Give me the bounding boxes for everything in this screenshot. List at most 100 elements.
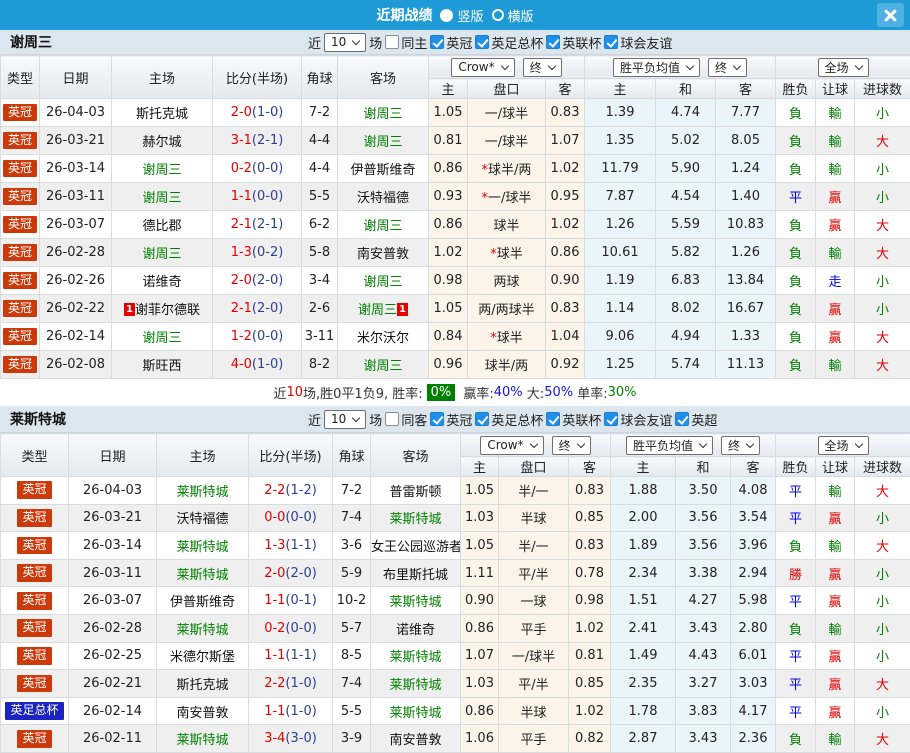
home-team-name: 沃特福德 xyxy=(176,512,229,528)
checkbox-checked-icon[interactable] xyxy=(675,412,690,426)
avg-time-select[interactable]: 终 xyxy=(708,57,748,77)
checkbox-checked-icon[interactable] xyxy=(475,412,490,426)
score-cell: 2-2(1-2) xyxy=(248,476,333,505)
league-badge: 英冠 xyxy=(17,591,52,610)
halftime-score: (1-2) xyxy=(285,482,317,498)
avg-away-value: 1.24 xyxy=(714,154,777,183)
match-row: 英冠 26-02-22 1 谢菲尔德联 2-1(2-0) 2-6 谢周三 1 1.0… xyxy=(0,294,910,323)
bookmaker-select[interactable]: Crow* xyxy=(451,57,515,77)
score-cell: 0-0(0-0) xyxy=(248,503,333,533)
avg-odds-select[interactable]: 胜平负均值 xyxy=(613,57,701,77)
scope-select[interactable]: 全场 xyxy=(817,435,869,455)
home-team: 赫尔城 xyxy=(111,126,213,155)
chevron-down-icon xyxy=(854,439,863,448)
league-type-cell: 英冠 xyxy=(0,586,69,615)
near-label: 近 xyxy=(308,413,322,429)
match-row: 英冠 26-03-07 伊普斯维奇 1-1(0-1) 10-2 莱斯特城 0.9… xyxy=(0,586,910,615)
radio-unselected-icon[interactable] xyxy=(491,9,504,21)
avg-draw-value: 5.82 xyxy=(655,238,716,267)
layout-vertical-label[interactable]: 竖版 xyxy=(457,6,483,25)
match-row: 英冠 26-03-11 谢周三 1-1(0-0) 5-5 沃特福德 0.93 *… xyxy=(0,182,910,211)
handicap-value: 一/球半 xyxy=(498,641,569,671)
corner-score: 10-2 xyxy=(332,586,371,615)
checkbox-checked-icon[interactable] xyxy=(546,412,561,426)
checkbox-checked-icon[interactable] xyxy=(475,35,490,49)
checkbox-checked-icon[interactable] xyxy=(604,35,619,49)
league-checkbox-yingguan[interactable]: 英冠 xyxy=(430,410,472,429)
league-checkbox-facup[interactable]: 英足总杯 xyxy=(475,410,543,429)
checkbox-checked-icon[interactable] xyxy=(604,412,619,426)
league-checkbox-premier[interactable]: 英超 xyxy=(675,410,717,429)
score-cell: 1-1(0-0) xyxy=(212,182,302,211)
corner-score: 3-4 xyxy=(301,266,338,295)
odds-time-select[interactable]: 终 xyxy=(551,435,591,455)
odds-time-select[interactable]: 终 xyxy=(522,57,562,77)
checkbox-unchecked-icon[interactable] xyxy=(385,412,400,426)
league-checkbox-facup[interactable]: 英足总杯 xyxy=(475,33,543,52)
avg-time-select[interactable]: 终 xyxy=(721,435,761,455)
chevron-down-icon xyxy=(576,439,585,448)
halftime-score: (2-0) xyxy=(251,301,284,316)
halftime-score: (2-1) xyxy=(251,217,284,232)
fulltime-score: 2-0 xyxy=(230,105,252,120)
recent-count-select[interactable]: 10 xyxy=(324,409,367,429)
result-value: 平 xyxy=(775,586,817,615)
league-badge: 英冠 xyxy=(2,131,37,150)
score-cell: 1-1(0-1) xyxy=(248,586,333,615)
red-card-badge: 1 xyxy=(397,303,408,316)
score-cell: 2-1(2-1) xyxy=(212,210,302,239)
result-value: 平 xyxy=(775,503,817,533)
checkbox-checked-icon[interactable] xyxy=(546,35,561,49)
checkbox-checked-icon[interactable] xyxy=(430,412,445,426)
score-cell: 1-3(1-1) xyxy=(248,531,333,560)
league-checkbox-friendly[interactable]: 球会友谊 xyxy=(604,410,672,429)
layout-radio-vertical[interactable]: 竖版 xyxy=(440,6,484,25)
checkbox-unchecked-icon[interactable] xyxy=(385,35,400,49)
score-cell: 0-2(0-0) xyxy=(212,154,302,183)
odds-home-value: 1.07 xyxy=(460,641,499,671)
checkbox-checked-icon[interactable] xyxy=(430,35,445,49)
corner-score: 8-5 xyxy=(332,641,371,671)
avg-away-value: 3.54 xyxy=(729,503,777,533)
handicap-result-value: 贏 xyxy=(815,558,856,588)
team2-name: 莱斯特城 xyxy=(10,412,66,428)
halftime-score: (1-0) xyxy=(251,357,284,372)
scope-select[interactable]: 全场 xyxy=(817,57,869,77)
match-date: 26-03-14 xyxy=(39,154,112,183)
league-badge: 英冠 xyxy=(17,646,52,665)
odds-home-value: 0.86 xyxy=(428,210,468,239)
match-row: 英冠 26-02-26 诺维奇 2-0(2-0) 3-4 谢周三 0.98 两球… xyxy=(0,266,910,295)
layout-horizontal-label[interactable]: 横版 xyxy=(508,6,534,25)
same-home-checkbox[interactable]: 同主 xyxy=(385,33,427,52)
away-team-name: 谢周三 xyxy=(363,359,403,374)
recent-count-select[interactable]: 10 xyxy=(324,32,367,52)
radio-selected-icon[interactable] xyxy=(440,8,454,22)
layout-radio-horizontal[interactable]: 横版 xyxy=(491,6,534,25)
corner-score: 3-9 xyxy=(332,724,371,753)
league-checkbox-eflcup[interactable]: 英联杯 xyxy=(546,33,601,52)
avg-home-value: 1.39 xyxy=(584,98,656,127)
bookmaker-select[interactable]: Crow* xyxy=(480,435,544,455)
away-team: 伊普斯维奇 xyxy=(337,154,429,183)
odds-home-value: 1.06 xyxy=(460,724,499,753)
close-icon[interactable] xyxy=(877,3,904,27)
same-away-checkbox[interactable]: 同客 xyxy=(385,410,427,429)
odds-away-value: 0.83 xyxy=(545,98,585,127)
away-team-name: 沃特福德 xyxy=(356,191,409,206)
league-type-cell: 英冠 xyxy=(0,350,40,379)
avg-draw-value: 4.94 xyxy=(655,322,716,351)
result-value: 平 xyxy=(775,476,817,505)
avg-away-value: 7.77 xyxy=(714,98,777,127)
home-team-name: 莱斯特城 xyxy=(176,539,229,555)
league-checkbox-friendly[interactable]: 球会友谊 xyxy=(604,33,672,52)
league-checkbox-yingguan[interactable]: 英冠 xyxy=(430,33,472,52)
avg-home-value: 7.87 xyxy=(584,182,656,211)
avg-odds-select[interactable]: 胜平负均值 xyxy=(626,435,714,455)
match-row: 英足总杯 26-02-14 南安普敦 1-1(1-0) 5-5 莱斯特城 0.8… xyxy=(0,696,910,726)
match-date: 26-03-14 xyxy=(68,531,157,560)
halftime-score: (1-0) xyxy=(285,703,317,719)
match-row: 英冠 26-02-11 莱斯特城 3-4(3-0) 3-9 南安普敦 1.06 … xyxy=(0,724,910,753)
league-checkbox-eflcup[interactable]: 英联杯 xyxy=(546,410,601,429)
handicap-value: 一/球半 xyxy=(467,98,546,127)
odds-home-value: 1.03 xyxy=(460,503,499,533)
